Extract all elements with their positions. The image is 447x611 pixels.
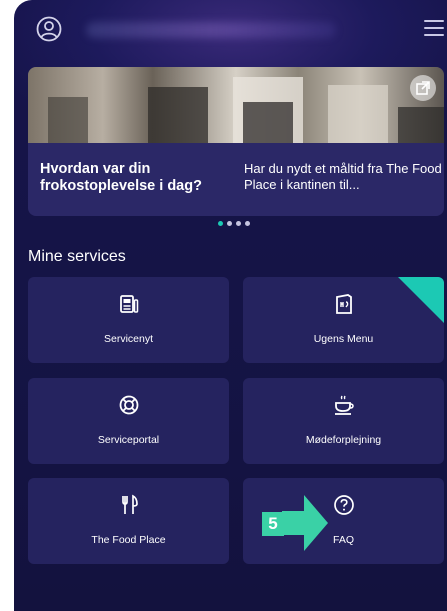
menu-card-icon	[335, 294, 352, 314]
tile-serviceportal[interactable]: Serviceportal	[28, 378, 229, 464]
fork-knife-icon	[121, 494, 138, 514]
tile-label: Mødeforplejning	[305, 434, 382, 446]
news-icon	[119, 295, 138, 313]
slide-title-1[interactable]: Hvordan var din frokostoplevelse i dag?	[40, 161, 230, 195]
carousel-dot[interactable]	[245, 221, 250, 226]
tile-label: The Food Place	[91, 534, 166, 546]
lifebuoy-icon	[119, 395, 138, 415]
coffee-cup-icon	[334, 395, 354, 415]
user-circle-icon[interactable]	[36, 16, 62, 42]
highlight-corner	[398, 277, 444, 323]
external-link-icon[interactable]	[410, 75, 436, 101]
tile-the-food-place[interactable]: The Food Place	[28, 478, 229, 564]
services-heading: Mine services	[28, 248, 126, 265]
user-name-blurred	[86, 22, 336, 38]
tile-modeforplejning[interactable]: Mødeforplejning	[243, 378, 444, 464]
question-circle-icon	[333, 495, 354, 515]
tile-label: Ugens Menu	[313, 333, 374, 345]
carousel-dots[interactable]	[218, 221, 250, 227]
tile-label: Serviceportal	[97, 434, 160, 446]
carousel-dot[interactable]	[236, 221, 241, 226]
tile-label: Servicenyt	[103, 333, 154, 345]
app-screen: Hvordan var din frokostoplevelse i dag? …	[14, 0, 447, 611]
arrow-right-icon	[282, 495, 328, 551]
kitchen-photo-shapes	[48, 77, 444, 143]
tile-ugens-menu[interactable]: Ugens Menu	[243, 277, 444, 363]
tile-servicenyt[interactable]: Servicenyt	[28, 277, 229, 363]
step-badge: 5	[262, 512, 284, 536]
kitchen-photo	[28, 67, 444, 143]
news-carousel[interactable]: Hvordan var din frokostoplevelse i dag? …	[28, 67, 444, 216]
top-bar	[14, 0, 447, 62]
slide-title-2[interactable]: Har du nydt et måltid fra The Food Place…	[244, 161, 444, 193]
carousel-dot[interactable]	[218, 221, 223, 226]
carousel-dot[interactable]	[227, 221, 232, 226]
hamburger-menu-icon[interactable]	[424, 20, 444, 38]
